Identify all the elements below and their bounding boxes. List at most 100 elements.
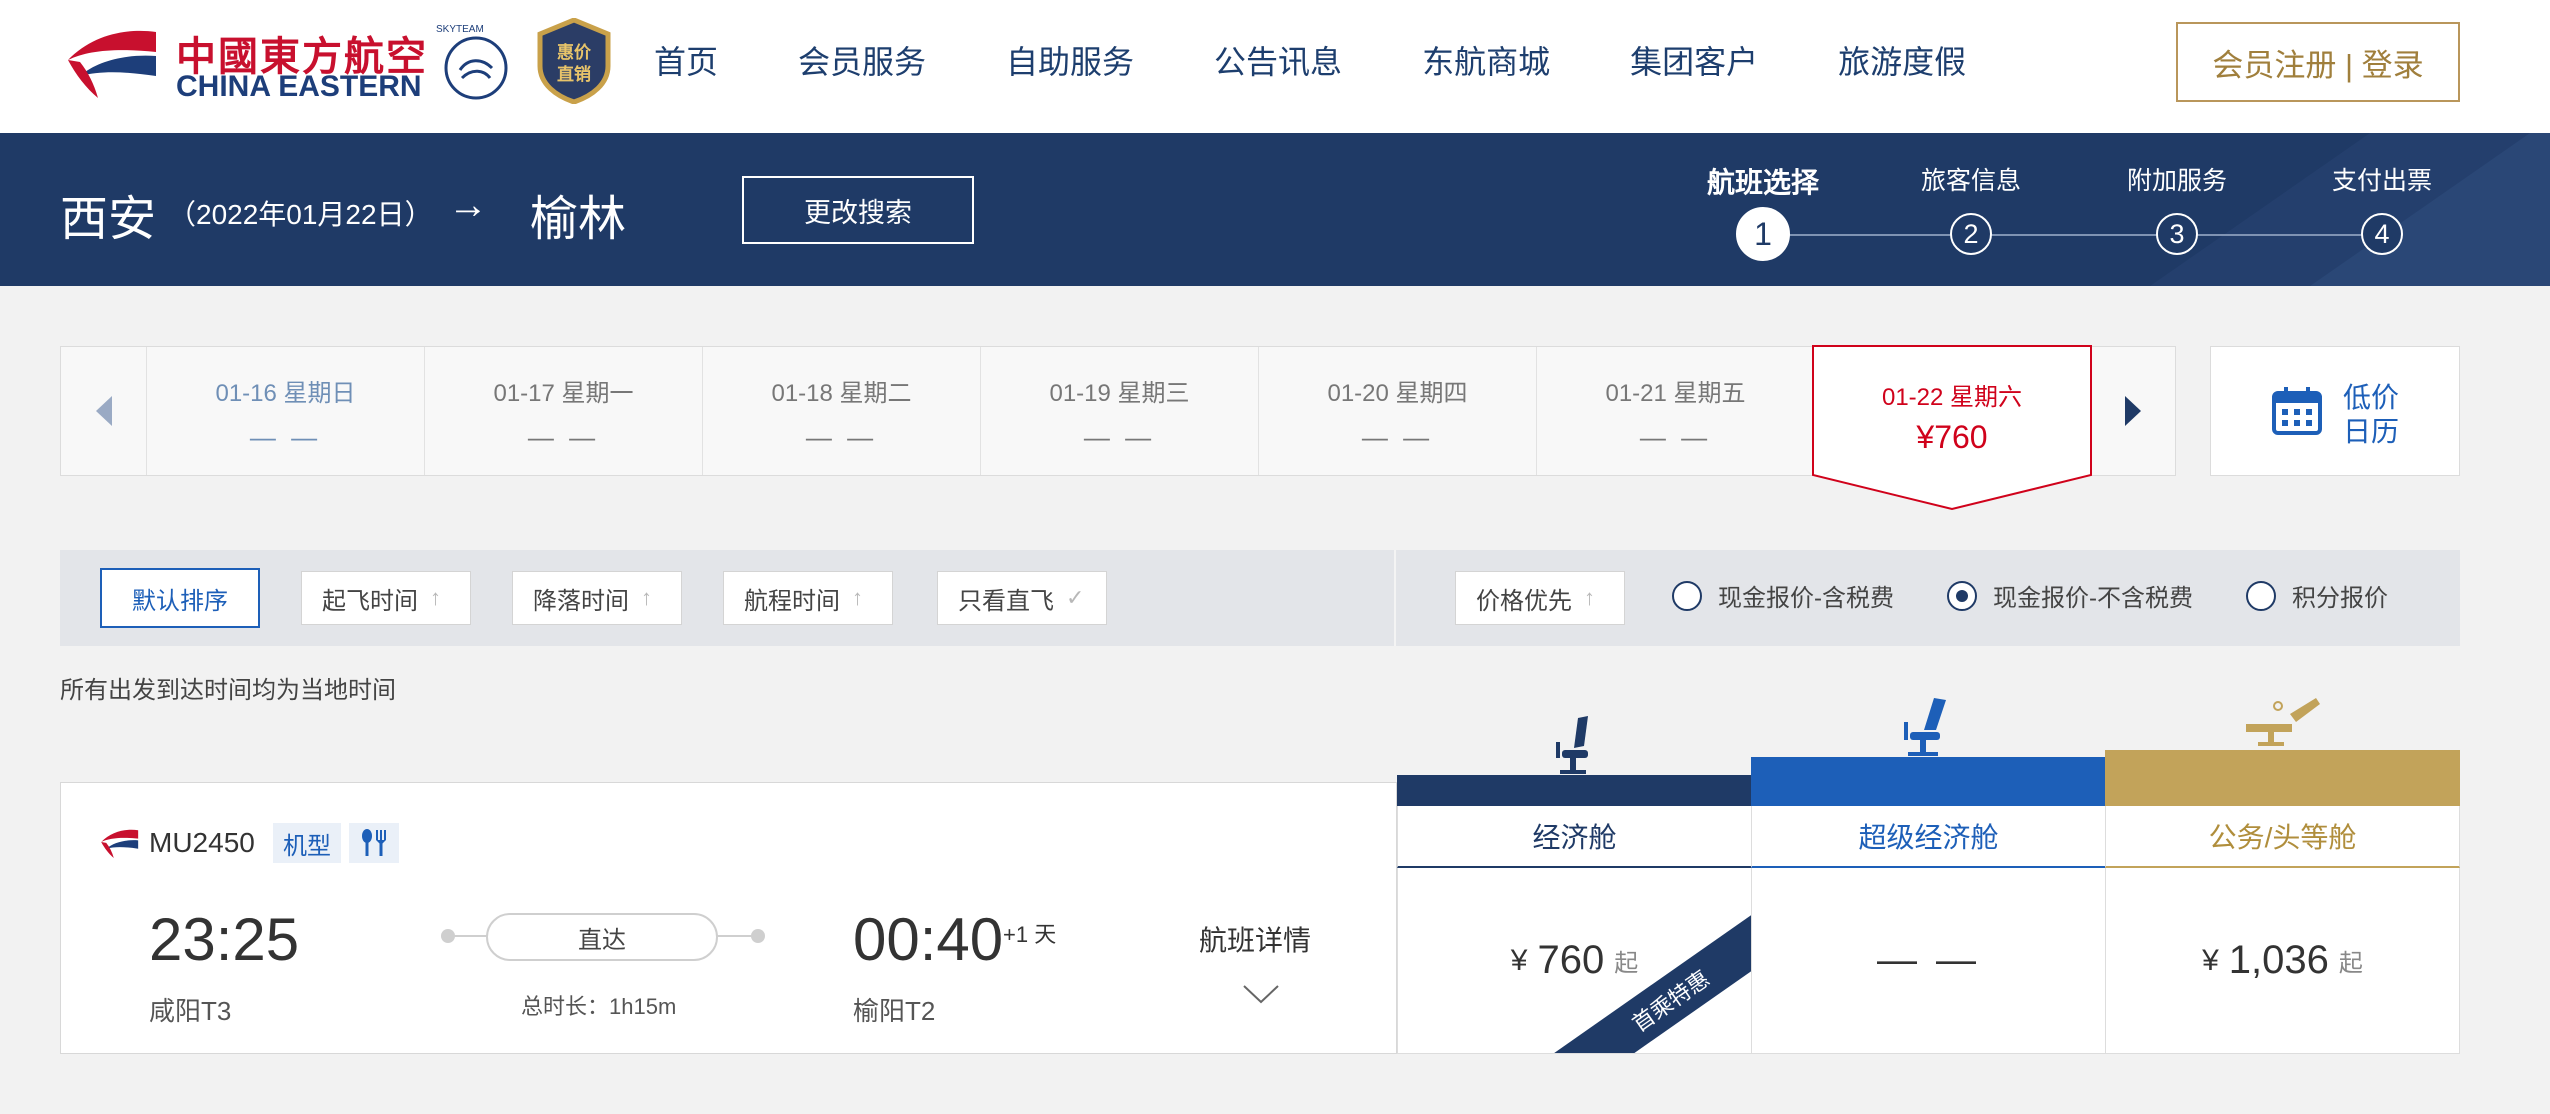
unavailable-price: — — [1876, 938, 1981, 982]
date-label: 01-19 星期三 [1049, 380, 1190, 407]
date-price: — — [1083, 422, 1156, 452]
date-option[interactable]: 01-19 星期三 — — [981, 347, 1259, 475]
calendar-label: 低价日历 [2343, 382, 2400, 447]
departure-time: 23:25 [149, 906, 300, 973]
premium-economy-price-cell: — — [1751, 868, 2105, 1054]
step-label: 附加服务 [2126, 167, 2227, 195]
date-label: 01-17 星期一 [493, 380, 634, 407]
route-end-dot [751, 929, 765, 943]
sort-arrival-button[interactable]: 降落时间 ↑ [512, 571, 682, 625]
radio-label: 积分报价 [2292, 585, 2388, 612]
svg-text:直销: 直销 [557, 64, 591, 85]
step-number: 3 [2156, 213, 2198, 255]
business-price-cell[interactable]: ¥ 1,036 起 [2105, 868, 2460, 1054]
cabin-header-business: 公务/头等舱 [2105, 806, 2460, 868]
economy-price-cell[interactable]: ¥ 760 起 首乘特惠 [1397, 868, 1751, 1054]
booking-steps: 航班选择 1 旅客信息 2 附加服务 3 支付出票 4 [1680, 133, 2500, 286]
radio-icon [1672, 580, 1702, 611]
route-bar: 西安 （2022年01月22日） → 榆林 更改搜索 航班选择 1 旅客信息 2… [0, 133, 2550, 286]
steps-line [1783, 234, 2403, 236]
low-price-calendar-button[interactable]: 低价日历 [2210, 346, 2460, 476]
nav-mall[interactable]: 东航商城 [1422, 40, 1550, 84]
step-label: 航班选择 [1706, 167, 1819, 198]
arrow-up-icon: ↑ [1584, 585, 1595, 610]
date-option[interactable]: 01-21 星期五 — — [1537, 347, 1815, 475]
business-price: 1,036 [2228, 938, 2329, 982]
route-start-dot [441, 929, 455, 943]
aircraft-type-tag[interactable]: 机型 [273, 823, 341, 863]
nav-group-customers[interactable]: 集团客户 [1630, 40, 1758, 84]
date-option[interactable]: 01-17 星期一 — — [425, 347, 703, 475]
chevron-right-icon [2125, 396, 2141, 426]
filter-divider [1394, 550, 1396, 646]
price-from-label: 起 [1614, 950, 1639, 977]
check-icon: ✓ [1066, 585, 1085, 610]
main-nav: 首页 会员服务 自助服务 公告讯息 东航商城 集团客户 旅游度假 [654, 40, 2046, 84]
economy-color-bar [1397, 775, 1751, 806]
business-seat-icon [2246, 698, 2320, 746]
date-price: — — [527, 422, 600, 452]
step-label: 支付出票 [2331, 167, 2432, 195]
economy-seat-icon [1556, 716, 1588, 774]
arrow-up-icon: ↑ [641, 585, 652, 610]
sort-departure-button[interactable]: 起飞时间 ↑ [301, 571, 471, 625]
date-price: — — [1639, 422, 1712, 452]
sort-label: 起飞时间 [322, 587, 418, 615]
sort-price-button[interactable]: 价格优先 ↑ [1455, 571, 1625, 625]
nav-self-service[interactable]: 自助服务 [1006, 40, 1134, 84]
airline-logo-icon [101, 829, 139, 858]
china-eastern-logo[interactable]: 中國東方航空 CHINA EASTERN [58, 20, 426, 110]
sort-label: 只看直飞 [958, 587, 1054, 615]
date-price: ¥760 [1916, 419, 1988, 455]
radio-icon [2246, 580, 2276, 611]
register-login-button[interactable]: 会员注册 | 登录 [2176, 22, 2460, 102]
direct-only-button[interactable]: 只看直飞 ✓ [937, 571, 1107, 625]
meal-icon[interactable] [349, 823, 399, 863]
cabin-header-economy: 经济舱 [1397, 806, 1751, 868]
sort-label: 航程时间 [744, 587, 840, 615]
sort-duration-button[interactable]: 航程时间 ↑ [723, 571, 893, 625]
date-label: 01-18 星期二 [771, 380, 912, 407]
site-header: 中國東方航空 CHINA EASTERN SKYTEAM 惠价 直销 首页 会员… [0, 0, 2550, 133]
arrow-up-icon: ↑ [430, 585, 441, 610]
calendar-icon [2272, 387, 2322, 435]
nav-travel[interactable]: 旅游度假 [1838, 40, 1966, 84]
prev-dates-button[interactable] [61, 347, 147, 475]
step-number: 4 [2361, 213, 2403, 255]
brand-name-en: CHINA EASTERN [176, 70, 422, 103]
default-sort-button[interactable]: 默认排序 [100, 568, 260, 628]
change-search-button[interactable]: 更改搜索 [742, 176, 974, 244]
direct-sale-badge-icon: 惠价 直销 [537, 18, 611, 104]
nav-member-service[interactable]: 会员服务 [798, 40, 926, 84]
svg-text:惠价: 惠价 [557, 42, 592, 63]
date-option[interactable]: 01-20 星期四 — — [1259, 347, 1537, 475]
nav-announcements[interactable]: 公告讯息 [1214, 40, 1342, 84]
date-price: — — [249, 422, 322, 452]
chevron-down-icon[interactable] [1241, 983, 1281, 1005]
radio-label: 现金报价-含税费 [1718, 585, 1894, 612]
arrow-up-icon: ↑ [852, 585, 863, 610]
flight-number: MU2450 [149, 827, 255, 858]
sort-label: 价格优先 [1476, 587, 1572, 615]
selected-date-option[interactable]: 01-22 星期六 ¥760 [1812, 345, 2092, 510]
price-mode-cash-with-tax[interactable]: 现金报价-含税费 [1672, 578, 1894, 613]
date-option[interactable]: 01-18 星期二 — — [703, 347, 981, 475]
currency-symbol: ¥ [2202, 943, 2219, 977]
nav-home[interactable]: 首页 [654, 40, 718, 84]
step-number: 2 [1950, 213, 1992, 255]
date-label: 01-16 星期日 [215, 380, 356, 407]
step-number: 1 [1736, 207, 1790, 261]
sort-filter-bar: 默认排序 起飞时间 ↑ 降落时间 ↑ 航程时间 ↑ 只看直飞 ✓ 价格优先 ↑ 现金报价-… [60, 550, 2460, 646]
date-option[interactable]: 01-16 星期日 — — [147, 347, 425, 475]
flight-card: MU2450 机型 23:25 咸阳T3 直达 总时长：1h15m 00:40 … [60, 782, 1397, 1054]
next-dates-button[interactable] [2091, 347, 2175, 475]
flight-details-link[interactable]: 航班详情 [1199, 919, 1311, 959]
travel-date: （2022年01月22日） [168, 199, 433, 230]
date-price: — — [1361, 422, 1434, 452]
price-mode-points[interactable]: 积分报价 [2246, 578, 2388, 613]
origin-city: 西安 [60, 193, 157, 246]
step-label: 旅客信息 [1920, 167, 2021, 195]
chevron-left-icon [95, 396, 112, 426]
price-mode-cash-without-tax[interactable]: 现金报价-不含税费 [1947, 578, 2193, 613]
radio-checked-icon [1947, 580, 1977, 611]
